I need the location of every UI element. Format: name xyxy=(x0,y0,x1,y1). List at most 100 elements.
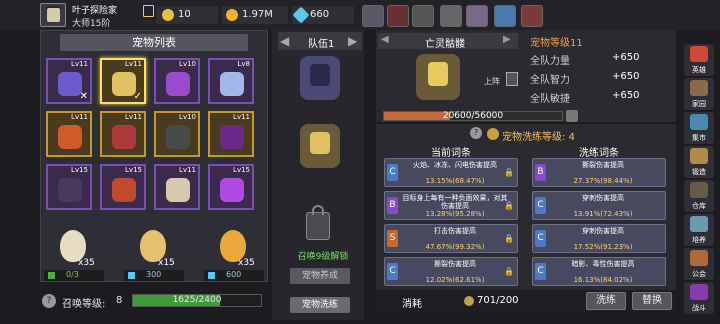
trait-value: 27.37%(98.44%) xyxy=(573,177,633,185)
wash-trait-card[interactable]: C 穿刺伤害提高 17.52%(91.23%) xyxy=(532,224,666,253)
pet-cultivate-button[interactable]: 宠物养成 xyxy=(290,268,350,284)
trait-lock-icon[interactable]: 🔒 xyxy=(504,267,514,276)
nav-5[interactable]: 培养 xyxy=(684,214,714,246)
nav-2[interactable]: 集市 xyxy=(684,112,714,144)
nav-icon xyxy=(690,114,708,130)
pet-card[interactable]: Lv10 xyxy=(154,111,200,157)
trait-value: 13.15%(68.47%) xyxy=(425,177,485,185)
pet-card-level: Lv10 xyxy=(179,60,196,68)
trait-value: 13.91%(72.43%) xyxy=(573,210,633,218)
current-trait-card[interactable]: B 目标身上每有一种负面效果，对其伤害提高 13.28%(95.28%) 🔒 xyxy=(384,191,518,220)
current-trait-card[interactable]: C 火焰、冰冻、闪电伤害提高 13.15%(68.47%) 🔒 xyxy=(384,158,518,187)
nav-icon xyxy=(690,216,708,232)
nav-label: 仓库 xyxy=(692,202,706,210)
egg-count: x35 xyxy=(78,258,95,268)
wheel-icon[interactable] xyxy=(494,5,516,27)
exp-item-icon[interactable] xyxy=(566,110,578,122)
deploy-toggle[interactable] xyxy=(506,72,518,86)
next-pet-arrow-icon[interactable]: ▶ xyxy=(503,34,511,45)
edit-icon[interactable] xyxy=(143,5,154,17)
pet-sprite-icon xyxy=(166,72,190,96)
egg-count: x15 xyxy=(158,258,175,268)
nav-1[interactable]: 家园 xyxy=(684,78,714,110)
nav-4[interactable]: 仓库 xyxy=(684,180,714,212)
summon-level-value: 8 xyxy=(116,295,123,306)
chest-icon[interactable] xyxy=(387,5,409,27)
pet-card[interactable]: Lv11 xyxy=(100,111,146,157)
prev-team-arrow-icon[interactable]: ◀ xyxy=(280,34,289,48)
current-trait-card[interactable]: C 撕裂伤害提高 12.02%(62.61%) 🔒 xyxy=(384,257,518,286)
trait-grade-badge: B xyxy=(387,197,398,214)
pet-card[interactable]: Lv15 xyxy=(46,164,92,210)
trait-lock-icon[interactable]: 🔒 xyxy=(504,234,514,243)
consume-label: 消耗 xyxy=(402,299,422,310)
player-avatar[interactable] xyxy=(40,3,66,27)
egg-cost-value: 0/3 xyxy=(66,270,79,279)
team-slot-pet-2[interactable] xyxy=(300,124,340,168)
pet-sprite-icon xyxy=(112,72,136,96)
trait-description: 穿刺伤害提高 xyxy=(582,194,624,202)
pet-card[interactable]: Lv11 ✓ xyxy=(100,58,146,104)
wash-trait-card[interactable]: B 撕裂伤害提高 27.37%(98.44%) xyxy=(532,158,666,187)
egg-cost-value: 600 xyxy=(226,270,242,279)
trait-lock-icon[interactable]: 🔒 xyxy=(504,201,514,210)
prev-pet-arrow-icon[interactable]: ◀ xyxy=(381,34,389,45)
egg-cost[interactable]: 300 xyxy=(124,270,184,281)
trait-value: 16.13%(84.02%) xyxy=(573,276,633,284)
pet-card[interactable]: Lv15 xyxy=(100,164,146,210)
gem-icon xyxy=(208,272,215,279)
wash-trait-card[interactable]: C 穿刺伤害提高 13.91%(72.43%) xyxy=(532,191,666,220)
stat-name: 全队力量 xyxy=(530,56,570,67)
nav-label: 培养 xyxy=(692,236,706,244)
egg-cost[interactable]: 600 xyxy=(204,270,264,281)
team-unlock-text: 召唤9级解锁 xyxy=(297,252,349,262)
nav-3[interactable]: 锻造 xyxy=(684,146,714,178)
consume-value: 701/200 xyxy=(477,295,519,306)
wash-level-icon xyxy=(487,128,499,140)
nav-0[interactable]: 英雄 xyxy=(684,44,714,76)
ghost-pet-icon xyxy=(310,64,330,86)
wash-traits-header: 洗练词条 xyxy=(579,148,619,159)
current-traits-header: 当前词条 xyxy=(431,148,471,159)
trait-grade-badge: C xyxy=(535,230,546,247)
coin-icon xyxy=(226,9,238,21)
nav-7[interactable]: 战斗 xyxy=(684,282,714,314)
egg-cost[interactable]: 0/3 xyxy=(44,270,104,281)
pet-card[interactable]: Lv10 xyxy=(154,58,200,104)
pet-card[interactable]: Lv11 ✕ xyxy=(46,58,92,104)
pet-card[interactable]: Lv15 xyxy=(208,164,254,210)
help-icon[interactable]: ? xyxy=(470,127,482,139)
pet-card-level: Lv10 xyxy=(179,113,196,121)
nav-6[interactable]: 公会 xyxy=(684,248,714,280)
pet-level: 宠物等级11 xyxy=(530,38,583,49)
pet-train-button[interactable]: 宠物洗练 xyxy=(290,297,350,313)
pet-card[interactable]: Lv11 xyxy=(208,111,254,157)
gamepad-icon[interactable] xyxy=(412,5,434,27)
next-team-arrow-icon[interactable]: ▶ xyxy=(348,34,357,48)
current-trait-card[interactable]: S 打击伤害提高 47.67%(99.32%) 🔒 xyxy=(384,224,518,253)
wash-trait-card[interactable]: C 暗影、毒性伤害提高 16.13%(84.02%) xyxy=(532,257,666,286)
notice-icon[interactable] xyxy=(521,5,543,27)
gem-icon xyxy=(292,6,310,24)
replace-button[interactable]: 替换 xyxy=(632,292,672,310)
help-icon[interactable]: ? xyxy=(42,294,56,308)
trait-value: 12.02%(62.61%) xyxy=(425,276,485,284)
pet-card[interactable]: Lv11 xyxy=(46,111,92,157)
team-slot-pet-1[interactable] xyxy=(300,56,340,100)
trait-grade-badge: C xyxy=(387,164,398,181)
wash-stone-icon xyxy=(464,296,474,306)
pet-card[interactable]: Lv8 xyxy=(208,58,254,104)
trait-lock-icon[interactable]: 🔒 xyxy=(504,168,514,177)
wash-button[interactable]: 洗练 xyxy=(586,292,626,310)
shop-cart-icon[interactable] xyxy=(362,5,384,27)
lock-icon xyxy=(306,205,330,240)
summon-progress-bar: 1625/2400 xyxy=(132,294,262,307)
pet-card[interactable]: Lv11 xyxy=(154,164,200,210)
pet-sprite-icon xyxy=(58,125,82,149)
nav-icon xyxy=(690,46,708,62)
gift-icon[interactable] xyxy=(466,5,488,27)
gem-icon xyxy=(128,272,135,279)
settings-gear-icon[interactable] xyxy=(440,5,462,27)
trait-description: 火焰、冰冻、闪电伤害提高 xyxy=(413,161,497,169)
nav-label: 锻造 xyxy=(692,168,706,176)
